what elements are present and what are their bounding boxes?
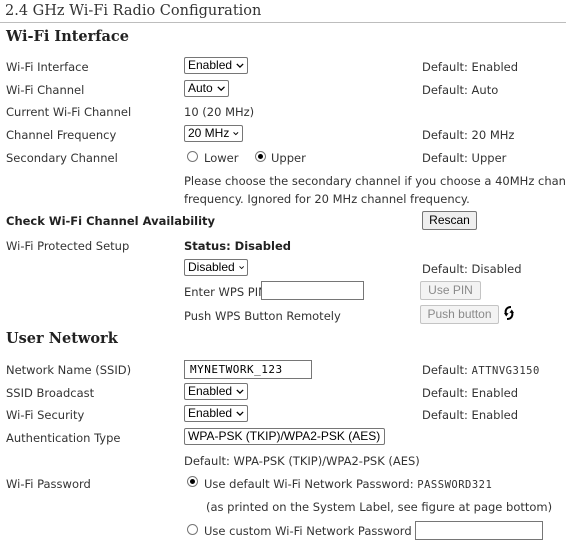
wifi-channel-default: Default: Auto: [422, 83, 499, 97]
section-heading-wifi-interface: Wi-Fi Interface: [6, 28, 129, 45]
title-divider: [0, 22, 566, 23]
ssid-broadcast-value: Enabled: [188, 384, 233, 398]
wifi-security-default: Default: Enabled: [422, 408, 519, 422]
wps-value: Disabled: [188, 260, 235, 274]
auth-type-label: Authentication Type: [6, 431, 121, 445]
custom-password-radio[interactable]: [187, 524, 198, 535]
default-password-label: Use default Wi-Fi Network Password:: [204, 477, 414, 491]
custom-password-input[interactable]: [415, 521, 543, 540]
channel-frequency-label: Channel Frequency: [6, 128, 117, 142]
wifi-channel-value: Auto: [188, 81, 213, 95]
auth-type-default: Default: WPA-PSK (TKIP)/WPA2-PSK (AES): [184, 454, 420, 468]
wifi-interface-value: Enabled: [188, 58, 233, 72]
custom-password-label: Use custom Wi-Fi Network Password: [204, 524, 412, 538]
chevron-down-icon: [236, 389, 244, 394]
page-title: 2.4 GHz Wi-Fi Radio Configuration: [5, 3, 262, 19]
chevron-down-icon: [236, 63, 244, 68]
chevron-down-icon: [233, 132, 239, 136]
auth-type-select[interactable]: WPA-PSK (TKIP)/WPA2-PSK (AES): [184, 428, 385, 445]
wps-label: Wi-Fi Protected Setup: [6, 239, 130, 253]
wps-select[interactable]: Disabled: [184, 259, 248, 276]
chevron-down-icon: [236, 411, 244, 416]
push-button[interactable]: Push button: [420, 305, 499, 324]
default-password-note: (as printed on the System Label, see fig…: [206, 500, 553, 514]
auth-type-value: WPA-PSK (TKIP)/WPA2-PSK (AES): [188, 429, 381, 443]
channel-availability-label: Check Wi-Fi Channel Availability: [6, 214, 216, 228]
wifi-channel-select[interactable]: Auto: [184, 80, 229, 97]
wps-status: Status: Disabled: [184, 239, 291, 253]
current-channel-value: 10 (20 MHz): [184, 105, 255, 119]
ssid-label: Network Name (SSID): [6, 363, 132, 377]
ssid-broadcast-label: SSID Broadcast: [6, 386, 95, 400]
secondary-upper-label: Upper: [271, 151, 306, 165]
ssid-input[interactable]: [184, 360, 312, 379]
wifi-security-select[interactable]: Enabled: [184, 405, 248, 422]
channel-frequency-default: Default: 20 MHz: [422, 128, 515, 142]
ssid-broadcast-default: Default: Enabled: [422, 386, 519, 400]
default-password-option: Use default Wi-Fi Network Password: PASS…: [204, 477, 492, 491]
wifi-password-label: Wi-Fi Password: [6, 477, 91, 491]
wifi-security-value: Enabled: [188, 406, 233, 420]
ssid-default-value: ATTNVG3150: [471, 365, 540, 377]
secondary-channel-note-line1: Please choose the secondary channel if y…: [184, 174, 566, 188]
secondary-channel-note-line2: frequency. Ignored for 20 MHz channel fr…: [184, 192, 470, 206]
use-pin-button[interactable]: Use PIN: [420, 281, 481, 300]
default-password-value: PASSWORD321: [417, 479, 493, 491]
chevron-down-icon: [238, 266, 244, 270]
wifi-security-label: Wi-Fi Security: [6, 408, 85, 422]
wps-default: Default: Disabled: [422, 262, 522, 276]
chevron-down-icon: [217, 86, 225, 92]
secondary-channel-default: Default: Upper: [422, 151, 507, 165]
refresh-arrows-icon: [504, 306, 514, 320]
wifi-interface-label: Wi-Fi Interface: [6, 60, 89, 74]
wps-pin-input[interactable]: [261, 281, 364, 300]
default-password-radio[interactable]: [187, 476, 198, 487]
channel-frequency-value: 20 MHz: [188, 126, 230, 140]
ssid-default: Default: ATTNVG3150: [422, 363, 540, 377]
section-heading-user-network: User Network: [6, 330, 118, 347]
wifi-channel-label: Wi-Fi Channel: [6, 83, 85, 97]
secondary-lower-radio[interactable]: [187, 151, 198, 162]
rescan-button[interactable]: Rescan: [422, 211, 477, 230]
secondary-lower-label: Lower: [204, 151, 239, 165]
wifi-interface-default: Default: Enabled: [422, 60, 519, 74]
wifi-interface-select[interactable]: Enabled: [184, 57, 248, 74]
ssid-default-label: Default:: [422, 363, 468, 377]
channel-frequency-select[interactable]: 20 MHz: [184, 125, 243, 142]
wps-push-label: Push WPS Button Remotely: [184, 309, 341, 323]
ssid-broadcast-select[interactable]: Enabled: [184, 383, 248, 400]
current-channel-label: Current Wi-Fi Channel: [6, 105, 132, 119]
wps-pin-label: Enter WPS PIN: [184, 285, 267, 299]
secondary-upper-radio[interactable]: [255, 151, 266, 162]
secondary-channel-label: Secondary Channel: [6, 151, 118, 165]
